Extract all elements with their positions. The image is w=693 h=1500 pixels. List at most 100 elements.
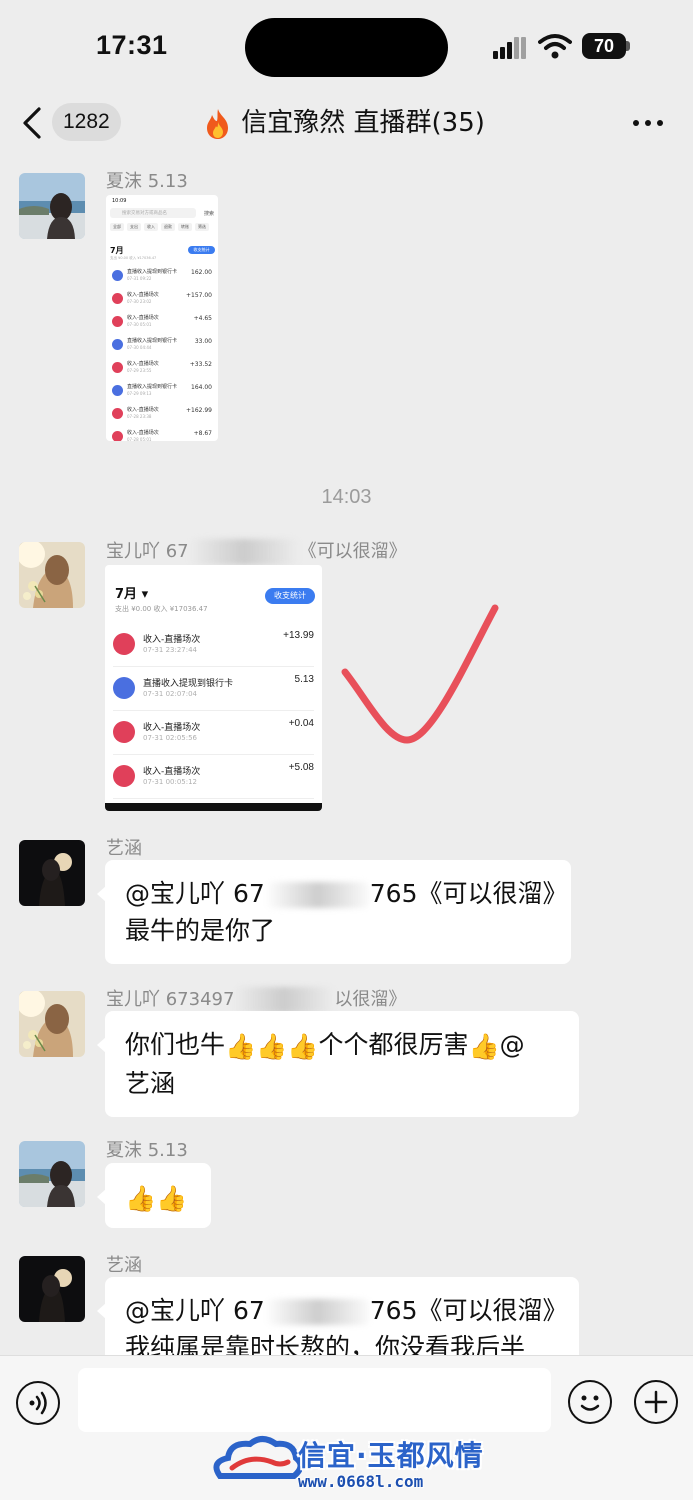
thumbs-up-icon: 👍 — [225, 1031, 257, 1061]
emoji-message[interactable]: 👍👍 — [97, 1163, 211, 1228]
transaction-title: 收入-直播场次 — [127, 292, 159, 298]
transaction-time: 07-31 23:27:44 — [143, 646, 198, 654]
mention-suffix: 765《可以很溜》 — [369, 1296, 568, 1325]
transaction-amount: 5.13 — [294, 674, 314, 685]
shot-transaction-row: 直播收入提现到银行卡 07-31 02:07:04 5.13 — [113, 667, 314, 711]
battery-level: 70 — [582, 33, 626, 59]
watermark-name: 信宜·玉都风情 — [298, 1439, 484, 1472]
time-divider: 14:03 — [321, 486, 372, 508]
transaction-amount: 164.00 — [191, 384, 212, 391]
emoji-button[interactable] — [568, 1380, 612, 1424]
avatar-yihan[interactable] — [19, 840, 85, 906]
voice-button[interactable] — [16, 1381, 60, 1425]
avatar-xiamo[interactable] — [19, 1141, 85, 1207]
status-time: 17:31 — [96, 30, 168, 60]
transaction-title: 直播收入提现到银行卡 — [127, 338, 178, 344]
transaction-amount: 33.00 — [194, 338, 212, 345]
sender-name: 艺涵 — [106, 1255, 142, 1276]
cloud-logo-icon — [213, 1436, 302, 1479]
mention-suffix: 765《可以很溜》 — [369, 879, 568, 908]
thumbs-up-icon: 👍 — [156, 1183, 188, 1213]
message-item: 宝儿吖 673497 以很溜》 你们也牛👍👍👍个个都很厉害👍@ 艺涵 — [0, 983, 693, 1123]
battery-icon: 70 — [582, 33, 630, 59]
shot-stats-button: 收支统计 — [188, 246, 215, 254]
message-line: 最牛的是你了 — [125, 916, 276, 945]
thumbs-up-icon: 👍 — [468, 1031, 500, 1061]
avatar-baoer[interactable] — [19, 542, 85, 608]
sender-name: 宝儿吖 673497 以很溜》 — [106, 985, 406, 1013]
shot-transaction-row: 收入-直播场次 07-29 23:55 +33.52 — [112, 359, 212, 381]
redacted-blur — [234, 987, 335, 1013]
watermark-url: www.0668l.com — [298, 1472, 424, 1491]
shot-transaction-row: 直播收入提现到银行卡 07-31 09:22 162.00 — [112, 267, 212, 289]
shot-search-box: 搜索交易对方或商品名 — [110, 208, 196, 218]
transaction-amount: +0.04 — [288, 718, 314, 729]
text-message[interactable]: @宝儿吖 67 765《可以很溜》 最牛的是你了 — [97, 860, 571, 964]
shot-filter-chip: 转账 — [178, 223, 192, 231]
shot-transaction-row: 收入-直播场次 07-28 05:01 +8.67 — [112, 428, 212, 441]
bank-icon — [113, 677, 135, 699]
bank-icon — [112, 270, 123, 281]
chat-screen: 17:31 70 1282 信宜豫然 直播群(35) 夏沫 5.13 10:09… — [0, 0, 693, 1500]
dynamic-island — [245, 18, 448, 77]
transaction-time: 07-31 02:05:56 — [143, 734, 198, 742]
thumbs-up-icon: 👍 — [125, 1183, 157, 1213]
transaction-time: 07-31 00:05:12 — [143, 778, 198, 786]
avatar-yihan[interactable] — [19, 1256, 85, 1322]
transaction-amount: +8.67 — [193, 430, 212, 437]
back-button[interactable] — [20, 106, 46, 140]
thumbs-up-icon: 👍 — [287, 1031, 319, 1061]
sender-name-suffix: 《可以很溜》 — [298, 541, 407, 562]
chevron-left-icon — [23, 107, 41, 139]
shot-transaction-row: 收入-直播场次 07-28 23:38 +162.99 — [112, 405, 212, 427]
message-line: 艺涵 — [125, 1068, 176, 1098]
message-text: 个个都很厉害 — [318, 1030, 469, 1059]
transaction-title: 收入-直播场次 — [127, 407, 159, 413]
text-message[interactable]: @宝儿吖 67 765《可以很溜》 我纯属是靠时长熬的，你没看我后半 — [97, 1277, 579, 1355]
status-bar: 17:31 70 — [0, 0, 693, 96]
chat-title: 信宜豫然 直播群(35) — [203, 104, 485, 142]
message-input[interactable] — [78, 1368, 551, 1432]
transaction-time: 07-31 09:22 — [127, 276, 152, 281]
site-watermark: 信宜·玉都风情 www.0668l.com — [210, 1432, 490, 1496]
flame-icon — [207, 108, 228, 139]
transaction-title: 收入-直播场次 — [127, 430, 159, 436]
mention-at: @ — [499, 1030, 525, 1059]
shot-month: 7月 — [110, 246, 124, 255]
transaction-time: 07-30 05:01 — [127, 322, 152, 327]
plus-button[interactable] — [634, 1380, 678, 1424]
sender-name: 夏沫 5.13 — [106, 1140, 188, 1161]
shot-filter-chip: 收入 — [144, 223, 158, 231]
transaction-amount: +157.00 — [185, 292, 212, 299]
shot-search-placeholder: 搜索交易对方或商品名 — [122, 211, 167, 216]
sender-name-prefix: 宝儿吖 673497 — [106, 989, 235, 1010]
shot-summary: 支出 ¥0.00 收入 ¥17036.47 — [115, 605, 208, 613]
avatar-xiamo[interactable] — [19, 173, 85, 239]
text-message[interactable]: 你们也牛👍👍👍个个都很厉害👍@ 艺涵 — [97, 1011, 579, 1117]
bank-icon — [112, 385, 123, 396]
live-stream-icon — [113, 633, 135, 655]
transaction-time: 07-29 23:55 — [127, 368, 152, 373]
live-stream-icon — [112, 293, 123, 304]
transaction-title: 收入-直播场次 — [143, 723, 201, 733]
sender-name: 宝儿吖 67 《可以很溜》 — [106, 537, 407, 565]
shot-transaction-row: 收入-直播场次 07-31 00:05:12 +5.08 — [113, 755, 314, 799]
voice-icon — [29, 1391, 47, 1415]
live-stream-icon — [113, 765, 135, 787]
shot-status-time: 10:09 — [112, 198, 127, 204]
image-message[interactable]: 7月 ▾ 支出 ¥0.00 收入 ¥17036.47 收支统计 收入-直播场次 0… — [105, 565, 322, 811]
shot-transaction-row: 收入-直播场次 07-31 23:27:44 +13.99 — [113, 623, 314, 667]
transaction-title: 收入-直播场次 — [143, 767, 201, 777]
shot-filter-chip: 退款 — [161, 223, 175, 231]
redacted-blur — [188, 539, 299, 565]
avatar-baoer[interactable] — [19, 991, 85, 1057]
image-message[interactable]: 10:09 搜索交易对方或商品名 搜索 全部 支出 收入 退款 转账 筛选 7月 支出 ¥… — [106, 195, 218, 441]
shot-transaction-row: 收入-直播场次 07-31 02:05:56 +0.04 — [113, 711, 314, 755]
unread-count-badge[interactable]: 1282 — [52, 103, 121, 141]
transaction-time: 07-31 02:07:04 — [143, 690, 198, 698]
message-line: 你们也牛👍👍👍个个都很厉害👍@ — [125, 1026, 559, 1065]
transaction-amount: +162.99 — [185, 407, 212, 414]
shot-search-action: 搜索 — [204, 211, 215, 217]
more-options-button[interactable] — [631, 118, 665, 128]
bank-icon — [112, 339, 123, 350]
